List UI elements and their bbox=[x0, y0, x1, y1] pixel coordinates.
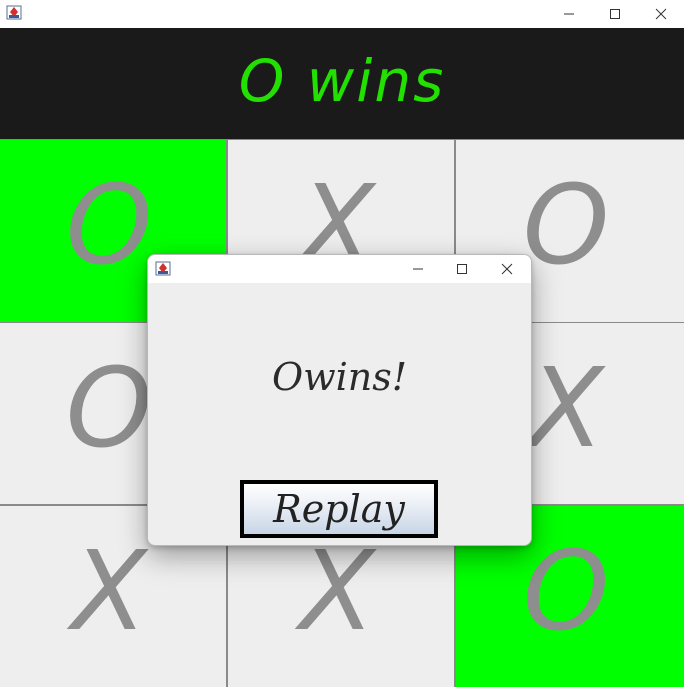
cell-mark: X bbox=[528, 343, 604, 472]
result-dialog: Owins! Replay bbox=[147, 254, 532, 546]
dialog-close-button[interactable] bbox=[485, 255, 529, 283]
java-app-icon bbox=[6, 5, 22, 20]
close-icon bbox=[655, 8, 667, 20]
result-message: Owins! bbox=[271, 355, 408, 399]
cell-mark: X bbox=[71, 526, 147, 655]
minimize-icon bbox=[564, 13, 574, 15]
window-titlebar[interactable] bbox=[0, 0, 684, 28]
minimize-button[interactable] bbox=[546, 0, 592, 28]
cell-mark: O bbox=[65, 343, 153, 472]
cell-mark: O bbox=[522, 161, 610, 289]
dialog-maximize-button[interactable] bbox=[440, 255, 484, 283]
maximize-icon bbox=[457, 264, 467, 274]
maximize-icon bbox=[610, 9, 620, 19]
status-text: O wins bbox=[238, 46, 446, 115]
replay-button[interactable]: Replay bbox=[240, 480, 438, 538]
cell-mark: O bbox=[65, 161, 153, 289]
dialog-minimize-button[interactable] bbox=[396, 255, 440, 283]
status-banner: O wins bbox=[0, 28, 684, 139]
close-icon bbox=[501, 263, 513, 275]
minimize-icon bbox=[413, 268, 423, 270]
cell-mark: O bbox=[522, 526, 610, 655]
close-button[interactable] bbox=[638, 0, 684, 28]
game-window: O wins O X O O X X X O Owins! Replay bbox=[0, 0, 684, 687]
dialog-titlebar[interactable] bbox=[148, 255, 531, 283]
java-app-icon bbox=[155, 261, 171, 276]
maximize-button[interactable] bbox=[592, 0, 638, 28]
